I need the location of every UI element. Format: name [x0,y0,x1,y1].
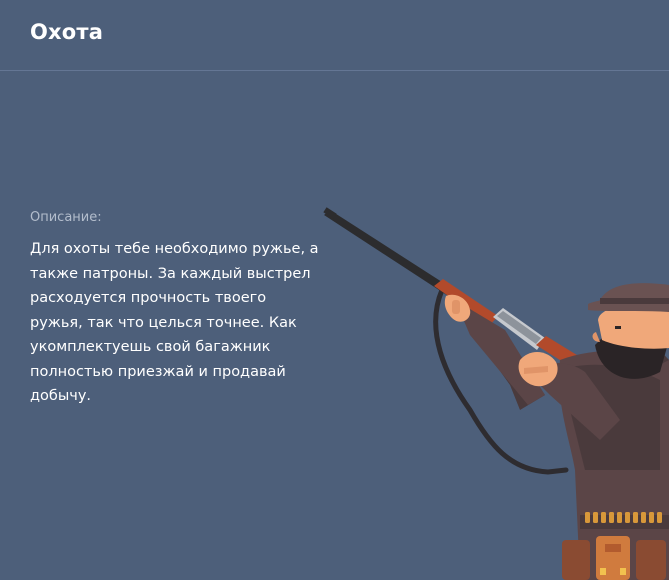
panel-header: Охота [0,0,669,71]
page-title: Охота [30,20,104,44]
description-label: Описание: [30,210,102,225]
description-text: Для охоты тебе необходимо ружье, а также… [30,241,319,404]
hunting-info-panel: Охота Описание: Для охоты тебе необходим… [0,0,669,580]
